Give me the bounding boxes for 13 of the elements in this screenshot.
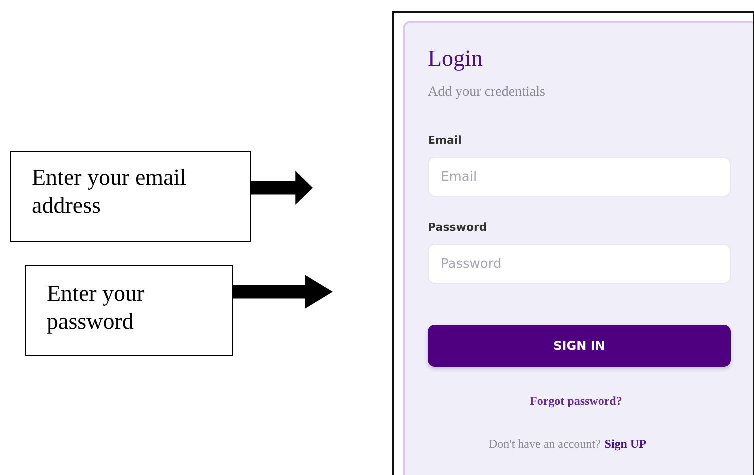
input-field[interactable]: Email	[428, 157, 731, 197]
forgot-password-link[interactable]: Forgot password?	[530, 394, 622, 409]
signup-prompt: Don't have an account?	[489, 437, 601, 452]
sign-up-link[interactable]: Sign UP	[604, 437, 646, 452]
callout-box: Enter your email address	[10, 151, 251, 242]
login-title: Login	[428, 45, 484, 73]
subtitle: Add your credentials	[428, 85, 546, 101]
sign-in-button[interactable]: SIGN IN	[428, 325, 731, 367]
field-label: Password	[428, 221, 488, 234]
input-field[interactable]: Password	[428, 244, 731, 284]
callout-box: Enter your password	[25, 265, 233, 356]
field-label: Email	[428, 134, 463, 147]
arrow	[251, 171, 313, 205]
